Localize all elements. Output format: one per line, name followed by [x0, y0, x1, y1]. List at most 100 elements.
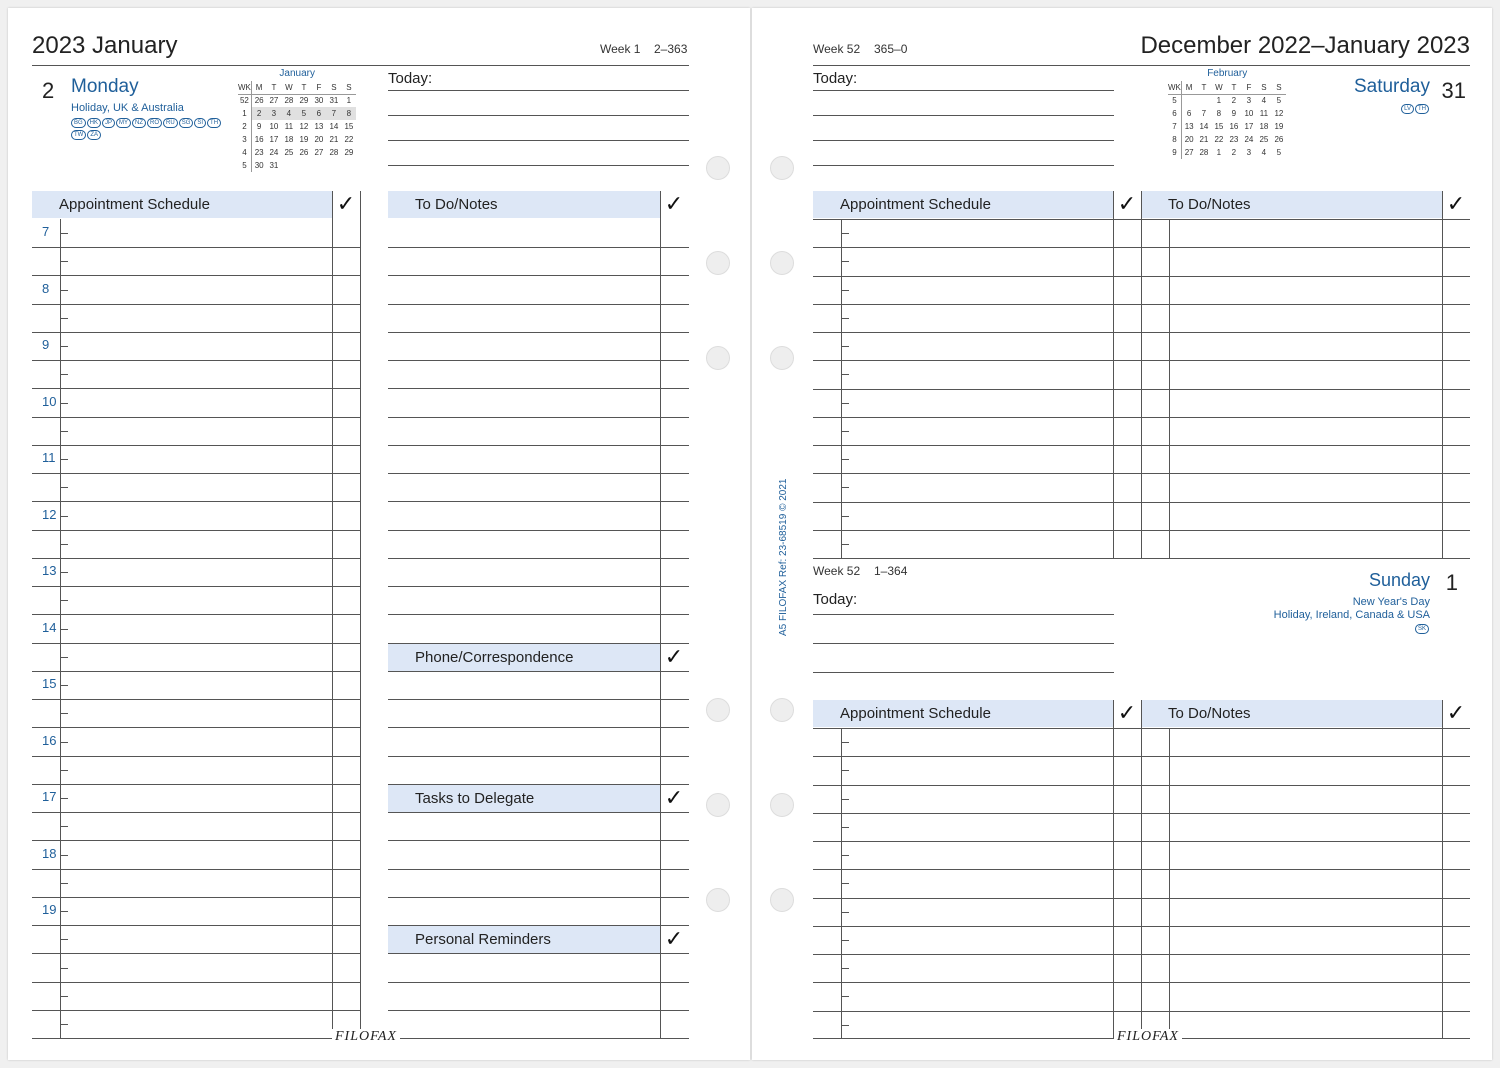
personal-reminders-header: Personal Reminders — [388, 926, 660, 953]
rule-line — [813, 926, 1470, 927]
sunday-today-label: Today: — [813, 591, 858, 608]
rule-line — [32, 784, 360, 785]
half-hour-tick — [60, 826, 68, 827]
half-hour-tick — [841, 799, 849, 800]
rule-line — [388, 558, 689, 559]
rule-line — [32, 501, 360, 502]
rule-line — [813, 473, 1470, 474]
rule-line — [388, 388, 689, 389]
mini-calendar-grid: WK M T W T F S S 52 26 27 28 29 30 31 1 1 2 3 4 5 6 7 8 2 9 10 11 12… — [238, 81, 357, 172]
rule-line — [388, 982, 689, 983]
check-icon: ✓ — [664, 785, 684, 810]
sunday-holiday-name: New Year's Day — [1352, 596, 1430, 608]
rule-line — [388, 586, 689, 587]
rule-line — [813, 728, 1470, 729]
sunday-todo-header: To Do/Notes — [1141, 700, 1442, 727]
check-icon: ✓ — [664, 926, 684, 951]
rule-line — [32, 756, 360, 757]
half-hour-tick — [841, 883, 849, 884]
rule-line — [813, 247, 1470, 248]
half-hour-tick — [60, 713, 68, 714]
todo-header: To Do/Notes — [1141, 191, 1442, 218]
rule-line — [388, 699, 689, 700]
right-page: A5 FILOFAX Ref: 23-68519 © 2021 Week 52 … — [752, 8, 1492, 1060]
rule-line — [388, 275, 689, 276]
rule-line — [32, 953, 360, 954]
half-hour-tick — [60, 431, 68, 432]
rule-line — [32, 1010, 360, 1011]
appointment-schedule-header: Appointment Schedule — [813, 191, 1113, 218]
rule-line — [32, 614, 360, 615]
check-icon: ✓ — [664, 644, 684, 669]
holiday-text: Holiday, UK & Australia — [71, 102, 184, 114]
rule-line — [32, 840, 360, 841]
check-icon: ✓ — [1117, 700, 1137, 725]
tasks-to-delegate-header: Tasks to Delegate — [388, 785, 660, 812]
mini-calendar: January WK M T W T F S S 52 26 27 28 29 30 31 1 1 2 3 4 5 6 7 8 2… — [238, 68, 357, 172]
rule-line — [32, 530, 360, 531]
binder-hole — [770, 793, 794, 817]
rule-line — [388, 671, 689, 672]
country-badge: RU — [163, 118, 178, 128]
rule-line — [813, 502, 1470, 503]
half-hour-tick — [60, 939, 68, 940]
country-badge: SG — [178, 118, 194, 128]
hour-label: 7 — [42, 224, 50, 239]
reference-text: A5 FILOFAX Ref: 23-68519 © 2021 — [778, 478, 789, 636]
half-hour-tick — [60, 600, 68, 601]
half-hour-tick — [841, 459, 849, 460]
sunday-day-number: 1 — [1445, 570, 1458, 595]
country-badge: SK — [1414, 624, 1429, 634]
sunday-week-label: Week 52 — [813, 564, 861, 578]
rule-line — [388, 445, 689, 446]
hour-label: 11 — [42, 450, 56, 465]
mini-calendar-month: February — [1207, 68, 1248, 79]
half-hour-tick — [60, 883, 68, 884]
half-hour-tick — [841, 968, 849, 969]
left-page: 2023 January Week 1 2–363 2 Monday Holid… — [8, 8, 750, 1060]
binder-hole — [706, 888, 730, 912]
half-hour-tick — [60, 374, 68, 375]
hour-label: 16 — [42, 732, 57, 748]
binder-hole — [706, 793, 730, 817]
half-hour-tick — [841, 1025, 849, 1026]
mini-calendar-month: January — [279, 68, 315, 79]
country-badge: TH — [207, 118, 222, 128]
country-badge: LV — [1401, 104, 1414, 114]
rule-line — [32, 586, 360, 587]
half-hour-tick — [841, 544, 849, 545]
check-icon: ✓ — [1446, 191, 1466, 216]
half-hour-tick — [841, 912, 849, 913]
half-hour-tick — [841, 516, 849, 517]
country-badge: NZ — [132, 118, 147, 128]
rule-line — [813, 1011, 1470, 1012]
hour-label: 17 — [42, 789, 57, 804]
rule-line — [32, 812, 360, 813]
half-hour-tick — [60, 770, 68, 771]
rule-line — [813, 530, 1470, 531]
todo-header: To Do/Notes — [388, 191, 660, 218]
page-title: December 2022–January 2023 — [1140, 32, 1470, 59]
rule-line — [813, 982, 1470, 983]
filofax-logo: FILOFAX — [332, 1029, 400, 1045]
rule-line — [388, 1010, 689, 1011]
sunday-appointment-header: Appointment Schedule — [813, 700, 1113, 727]
rule-line — [388, 812, 689, 813]
week-label: Week 52 — [813, 42, 861, 56]
rule-line — [813, 276, 1470, 277]
rule-line — [388, 501, 689, 502]
hour-label: 14 — [42, 619, 57, 635]
today-label: Today: — [813, 70, 858, 87]
country-badge: TH — [1415, 104, 1429, 114]
hour-label: 15 — [42, 676, 57, 691]
country-badges: BG HK JP MY NZ RO RU SG SI TH TW ZA — [71, 118, 231, 142]
check-icon: ✓ — [1117, 191, 1137, 216]
country-badge: MY — [116, 118, 132, 128]
binder-hole — [770, 346, 794, 370]
check-icon: ✓ — [1446, 700, 1466, 725]
half-hour-tick — [60, 657, 68, 658]
rule-line — [1169, 728, 1170, 1038]
half-hour-tick — [60, 318, 68, 319]
binder-hole — [770, 888, 794, 912]
rule-line — [388, 247, 689, 248]
